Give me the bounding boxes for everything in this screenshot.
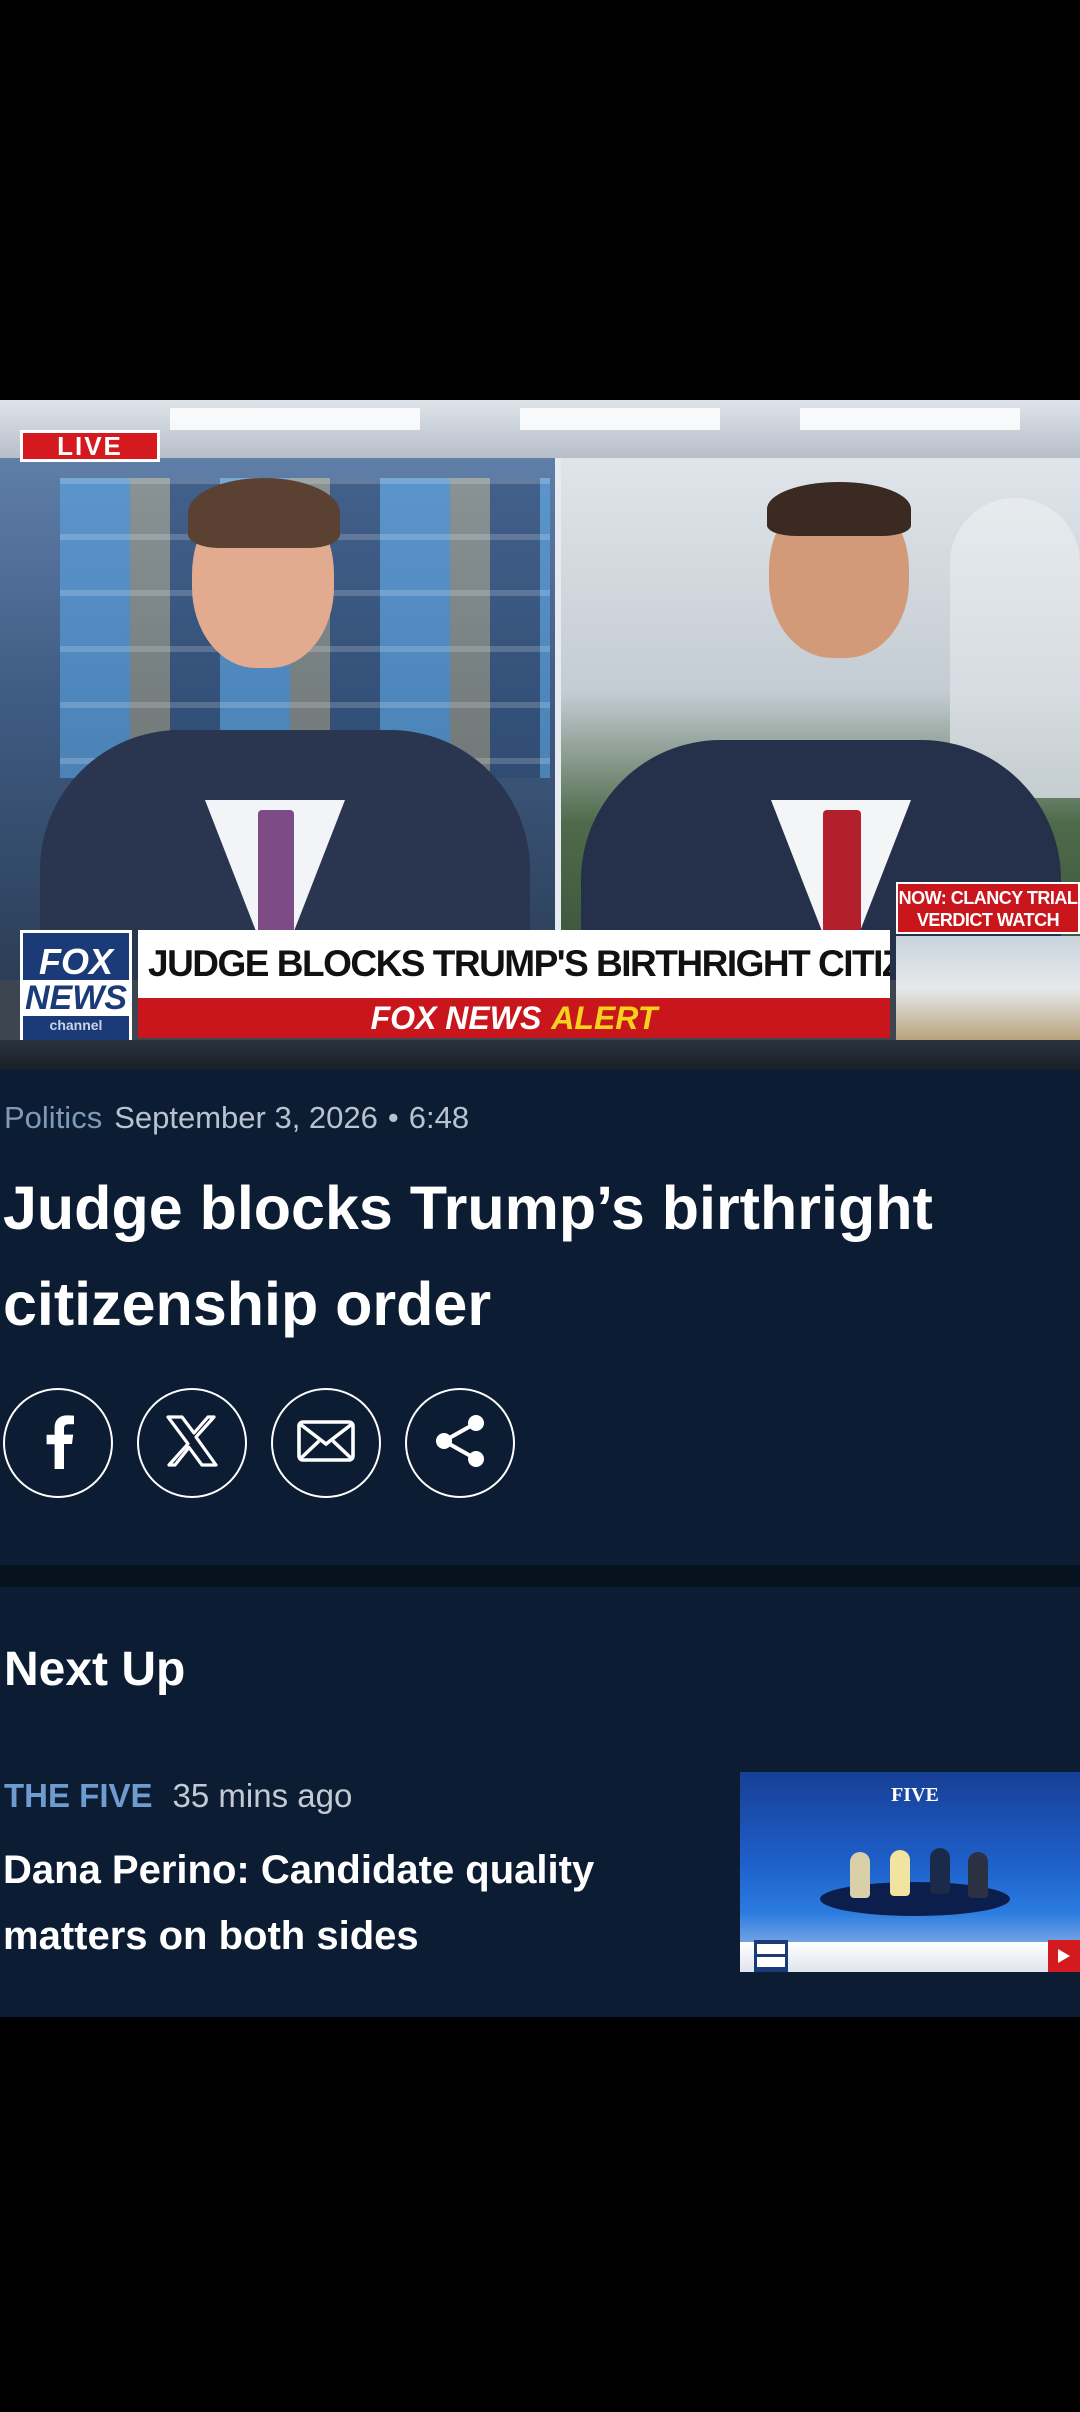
lower-third: NOW: CLANCY TRIAL VERDICT WATCH FOX NEWS… [0,882,1080,1070]
next-up-thumbnail[interactable]: FIVE [740,1772,1080,1972]
video-duration: 6:48 [408,1100,470,1135]
video-player[interactable]: LIVE NOW: CLANCY TRIAL VERDICT WATCH FOX… [0,400,1080,1070]
thumbnail-sign: FIVE [891,1784,939,1806]
x-share-button[interactable] [137,1388,247,1498]
x-icon [164,1414,220,1472]
play-icon [1048,1940,1080,1972]
guest-hair [767,482,911,536]
lower-third-base [0,1040,1080,1070]
alert-label: ALERT [551,999,658,1036]
email-icon [297,1419,355,1467]
side-news-box: NOW: CLANCY TRIAL VERDICT WATCH [896,882,1080,934]
logo-channel: channel [49,1017,103,1033]
alert-bar: FOX NEWS ALERT [138,998,890,1038]
thumbnail-fox-logo [754,1940,788,1972]
anchor-hair [188,478,340,548]
facebook-share-button[interactable] [3,1388,113,1498]
section-divider [0,1565,1080,1587]
fox-news-logo: FOX NEWS channel [20,930,132,1048]
side-news-image [896,936,1080,1040]
share-icon [432,1413,488,1474]
studio-ceiling [0,400,1080,458]
time-ago: 35 mins ago [172,1777,353,1814]
article-title: Judge blocks Trump’s birthright citizens… [3,1174,933,1338]
article-date: September 3, 2026 [114,1100,378,1135]
anchor-panel [0,458,555,980]
article-meta: Politics September 3, 2026 • 6:48 [4,1100,469,1136]
article-header: Politics September 3, 2026 • 6:48 Judge blo… [0,1070,1080,1565]
thumbnail-panelist [930,1848,950,1894]
thumbnail-chyron [740,1942,1080,1972]
more-share-button[interactable] [405,1388,515,1498]
thumbnail-panelist [890,1850,910,1896]
live-badge: LIVE [20,430,160,462]
logo-news: NEWS [21,980,131,1016]
thumbnail-panelist [850,1852,870,1898]
share-bar [3,1388,515,1498]
bottom-letterbox [0,2017,1080,2412]
alert-brand: FOX NEWS [370,999,542,1036]
next-up-heading: Next Up [4,1643,186,1696]
next-up-meta: THE FIVE 35 mins ago [4,1777,352,1815]
chyron-headline: JUDGE BLOCKS TRUMP'S BIRTHRIGHT CITIZENS… [138,930,890,998]
category-link[interactable]: Politics [4,1100,102,1135]
ceiling-light [520,408,720,430]
logo-fox: FOX [38,941,113,982]
ceiling-light [800,408,1020,430]
next-up-section: Next Up THE FIVE 35 mins ago Dana Perino:… [0,1587,1080,2017]
ceiling-light [170,408,420,430]
meta-separator: • [387,1100,399,1135]
email-share-button[interactable] [271,1388,381,1498]
next-up-headline[interactable]: Dana Perino: Candidate quality matters o… [3,1837,703,1969]
show-label[interactable]: THE FIVE [4,1777,153,1814]
top-letterbox [0,0,1080,400]
thumbnail-panelist [968,1852,988,1898]
facebook-icon [38,1413,78,1474]
